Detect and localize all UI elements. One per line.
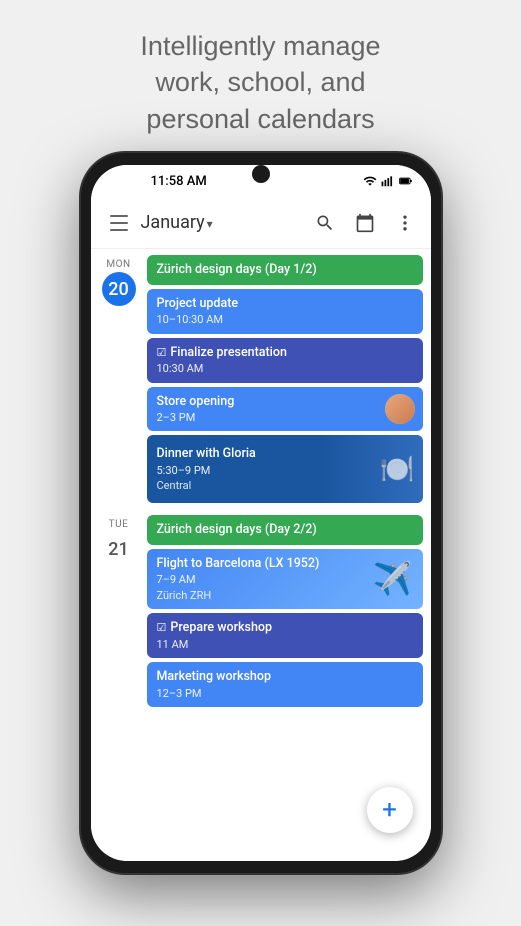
app-toolbar: January ▾ (91, 197, 431, 249)
event-title: ☑Prepare workshop (157, 619, 413, 637)
event-avatar (385, 394, 415, 424)
event-title: Project update (157, 295, 413, 313)
headline-line2: work, school, and (155, 67, 365, 97)
event-title: Zürich design days (Day 2/2) (157, 522, 317, 537)
wifi-icon (363, 174, 377, 188)
event-title: Marketing workshop (157, 668, 413, 686)
day-number-20: 20 (102, 272, 136, 306)
event-finalize-presentation[interactable]: ☑Finalize presentation 10:30 AM (147, 338, 423, 383)
event-title: Store opening (157, 393, 375, 411)
search-icon (315, 213, 335, 233)
day-name-tue: TUE (109, 519, 129, 530)
event-dinner-gloria[interactable]: Dinner with Gloria 5:30–9 PM Central 🍽️ (147, 435, 423, 503)
event-prepare-workshop[interactable]: ☑Prepare workshop 11 AM (147, 613, 423, 658)
chevron-down-icon: ▾ (207, 217, 213, 231)
event-zurich-design-day2[interactable]: Zürich design days (Day 2/2) (147, 515, 423, 545)
event-title: Dinner with Gloria (157, 445, 343, 463)
headline: Intelligently manage work, school, and p… (104, 0, 416, 153)
dinner-food-icon: 🍽️ (380, 450, 415, 489)
more-vert-icon (395, 213, 415, 233)
day-number-21: 21 (102, 532, 136, 566)
fab-plus-icon: + (382, 797, 397, 823)
toolbar-actions (309, 207, 421, 239)
phone-screen: 11:58 AM January ▾ (91, 165, 431, 861)
month-selector[interactable]: January ▾ (141, 212, 309, 233)
event-subtitle: Central (157, 478, 343, 493)
event-title: Flight to Barcelona (LX 1952) (157, 555, 363, 573)
event-time: 5:30–9 PM (157, 463, 343, 478)
fab-add-event[interactable]: + (367, 787, 413, 833)
day-label-tue21: TUE 21 (91, 515, 147, 566)
event-time: 2–3 PM (157, 410, 375, 425)
hamburger-menu-button[interactable] (101, 205, 137, 241)
more-options-button[interactable] (389, 207, 421, 239)
phone-mockup: 11:58 AM January ▾ (81, 153, 441, 873)
status-time: 11:58 AM (151, 174, 207, 189)
events-tue21: Zürich design days (Day 2/2) Flight to B… (147, 515, 431, 707)
event-time: 11 AM (157, 637, 413, 652)
search-button[interactable] (309, 207, 341, 239)
event-marketing-workshop[interactable]: Marketing workshop 12–3 PM (147, 662, 423, 707)
task-check-icon: ☑ (157, 620, 167, 635)
signal-icon (381, 174, 395, 188)
headline-line1: Intelligently manage (140, 31, 380, 61)
calendar-view-icon (355, 213, 375, 233)
event-time: 12–3 PM (157, 686, 413, 701)
event-subtitle: Zürich ZRH (157, 588, 363, 603)
day-section-tue21: TUE 21 Zürich design days (Day 2/2) Flig… (91, 509, 431, 713)
day-name-mon: MON (106, 259, 130, 270)
event-title: Zürich design days (Day 1/2) (157, 262, 317, 277)
events-mon20: Zürich design days (Day 1/2) Project upd… (147, 255, 431, 503)
event-zurich-design-day1[interactable]: Zürich design days (Day 1/2) (147, 255, 423, 285)
avatar-image (385, 394, 415, 424)
status-icons (363, 174, 413, 188)
phone-camera (252, 165, 270, 183)
event-store-opening[interactable]: Store opening 2–3 PM (147, 387, 423, 432)
month-label: January (141, 212, 205, 233)
event-flight-barcelona[interactable]: Flight to Barcelona (LX 1952) 7–9 AM Zür… (147, 549, 423, 609)
task-check-icon: ☑ (157, 345, 167, 360)
event-project-update[interactable]: Project update 10–10:30 AM (147, 289, 423, 334)
day-section-mon20: MON 20 Zürich design days (Day 1/2) Proj… (91, 249, 431, 509)
headline-line3: personal calendars (146, 104, 374, 134)
event-time: 10:30 AM (157, 361, 413, 376)
day-label-mon20: MON 20 (91, 255, 147, 306)
event-time: 7–9 AM (157, 572, 363, 587)
flight-airplane-icon: ✈️ (373, 557, 413, 602)
calendar-content: MON 20 Zürich design days (Day 1/2) Proj… (91, 249, 431, 861)
event-time: 10–10:30 AM (157, 312, 413, 327)
view-toggle-button[interactable] (349, 207, 381, 239)
battery-icon (399, 174, 413, 188)
event-title: ☑Finalize presentation (157, 344, 413, 362)
